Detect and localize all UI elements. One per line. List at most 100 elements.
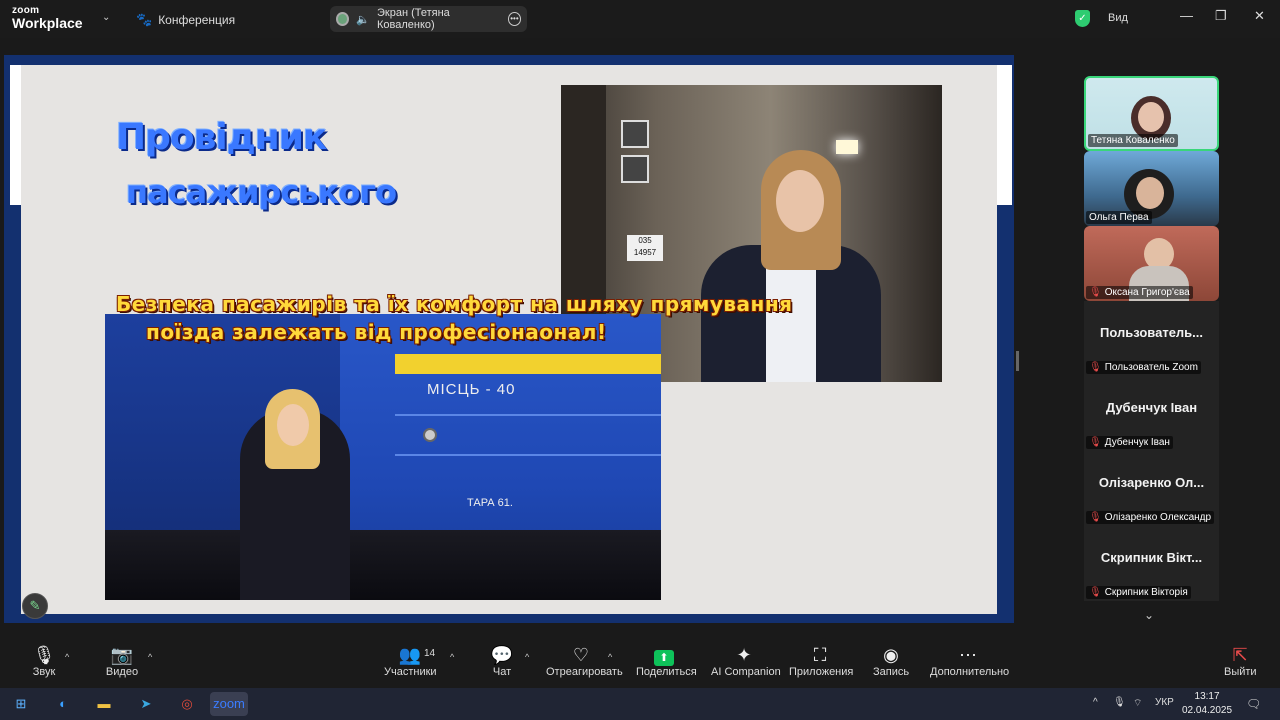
participant-tile[interactable]: Дубенчук Іван 🎙 Дубенчук Іван [1084, 376, 1219, 451]
file-explorer-icon[interactable]: ▬ [91, 692, 117, 716]
shield-icon[interactable]: ✓ [1075, 10, 1090, 27]
mic-icon[interactable]: 🎙 [1113, 697, 1126, 708]
chevron-down-icon[interactable]: ⌄ [1144, 608, 1154, 622]
wifi-icon[interactable]: ⌔ [1133, 697, 1142, 710]
apps-button[interactable]: ⛶ Приложения [789, 638, 853, 688]
participant-name: Ольга Перва [1086, 211, 1152, 224]
chevron-up-icon[interactable]: ^ [450, 652, 454, 662]
mic-muted-icon: 🎙 [1089, 512, 1102, 523]
screen-share-indicator[interactable]: 🔈 Экран (Тетяна Коваленко) ••• [330, 6, 527, 32]
participant-name-text: Пользователь Zoom [1104, 362, 1198, 373]
zoom-app-icon[interactable]: zoom [210, 692, 248, 716]
participant-name: Тетяна Коваленко [1088, 134, 1178, 147]
more-label: Дополнительно [930, 666, 1010, 678]
participants-panel: Тетяна Коваленко Ольга Перва 🎙 Оксана Гри… [1084, 76, 1219, 602]
photo-line [395, 454, 661, 456]
participant-display-name: Дубенчук Іван [1105, 400, 1198, 415]
record-button[interactable]: ◉ Запись [873, 638, 909, 688]
sharer-avatar [336, 12, 350, 26]
participant-name-text: Оксана Григор'єва [1104, 287, 1190, 298]
more-button[interactable]: ⋯ Дополнительно [930, 638, 1010, 688]
photo-yellow-stripe [395, 354, 661, 374]
notification-icon[interactable]: 🗨 [1246, 697, 1261, 711]
chevron-up-icon[interactable]: ^ [608, 652, 612, 662]
camera-icon: 📷 [110, 645, 134, 665]
photo-person-face [277, 404, 309, 446]
chevron-up-icon[interactable]: ^ [148, 652, 152, 662]
slide-title-line2: пасажирського [126, 173, 397, 211]
slide-title: Провідник пасажирського [116, 110, 397, 220]
photo-dial [423, 428, 437, 442]
sparkle-icon: ✦ [736, 645, 752, 665]
chevron-down-icon[interactable]: ⌄ [102, 12, 110, 23]
share-screen-icon: ⬆ [636, 638, 692, 666]
chevron-up-icon[interactable]: ^ [525, 652, 529, 662]
chat-icon: 💬 [490, 645, 514, 665]
participant-display-name: Пользователь... [1099, 325, 1204, 340]
share-button[interactable]: ⬆ Поделиться [636, 638, 697, 688]
record-label: Запись [873, 666, 910, 678]
telegram-icon[interactable]: ➤ [133, 692, 159, 716]
audio-label: Звук [32, 666, 56, 678]
language-indicator[interactable]: УКР [1155, 697, 1174, 708]
pencil-icon[interactable]: ✎ [22, 593, 48, 619]
react-button[interactable]: ♡ Отреагировать [546, 638, 623, 688]
zoom-logo: zoom Workplace [12, 6, 83, 31]
participant-display-name: Олізаренко Ол... [1098, 475, 1205, 490]
participant-face [1138, 102, 1164, 132]
chat-button[interactable]: 💬 Чат [486, 638, 518, 688]
edge-browser-icon[interactable]: ◐ [50, 692, 76, 716]
chevron-up-icon[interactable]: ^ [1093, 697, 1098, 708]
participant-tile[interactable]: Тетяна Коваленко [1084, 76, 1219, 151]
heart-icon: ♡ [572, 645, 590, 665]
meeting-info-button[interactable]: 🐾 Конференция [136, 12, 235, 28]
mic-muted-icon: 🎙 [1089, 587, 1102, 598]
photo-label-tare: ТАРА 61. [467, 497, 513, 509]
participant-name: 🎙 Олізаренко Олександр [1086, 511, 1215, 524]
video-button[interactable]: 📷 Видео [104, 638, 140, 688]
participant-tile[interactable]: Олізаренко Ол... 🎙 Олізаренко Олександр [1084, 451, 1219, 526]
panel-splitter[interactable] [1016, 351, 1019, 371]
ellipsis-icon: ⋯ [959, 645, 977, 665]
minimize-button[interactable]: — [1180, 8, 1193, 23]
chrome-icon[interactable]: ◎ [174, 692, 200, 716]
participant-tile[interactable]: Скрипник Вікт... 🎙 Скрипник Вікторія [1084, 526, 1219, 601]
participant-tile[interactable]: Ольга Перва [1084, 151, 1219, 226]
chevron-up-icon[interactable]: ^ [65, 652, 69, 662]
mic-muted-icon: 🎙 [1089, 287, 1102, 298]
clock[interactable]: 13:17 02.04.2025 [1182, 690, 1232, 718]
participant-face [1136, 177, 1164, 209]
close-button[interactable]: ✕ [1254, 8, 1265, 24]
participant-name: 🎙 Дубенчук Іван [1086, 436, 1173, 449]
windows-start-icon[interactable]: ⊞ [8, 692, 34, 716]
brand-line2: Workplace [12, 15, 83, 31]
participants-count: 14 [424, 648, 436, 659]
participant-tile[interactable]: 🎙 Оксана Григор'єва [1084, 226, 1219, 301]
share-label: Поделиться [636, 666, 697, 678]
participant-name-text: Олізаренко Олександр [1104, 512, 1212, 523]
participant-name-text: Скрипник Вікторія [1104, 587, 1188, 598]
photo-wheels [105, 530, 661, 600]
view-button[interactable]: Вид [1108, 12, 1128, 24]
meeting-label: Конференция [158, 13, 236, 27]
participant-tile[interactable]: Пользователь... 🎙 Пользователь Zoom [1084, 301, 1219, 376]
record-icon: ◉ [883, 645, 899, 665]
more-icon[interactable]: ••• [507, 12, 521, 26]
slide-subtitle-line2: поїзда залежать від професіонаонал! [146, 320, 607, 344]
mic-muted-icon: 🎙 [1089, 362, 1102, 373]
share-label: Экран (Тетяна Коваленко) [376, 7, 450, 31]
audio-button[interactable]: 🎙 Звук [28, 638, 60, 688]
mic-muted-icon: 🎙 [1089, 437, 1102, 448]
participant-name: 🎙 Оксана Григор'єва [1086, 286, 1193, 299]
slide-subtitle-line1: Безпека пасажирів та їх комфорт на шляху… [116, 292, 793, 316]
ai-companion-button[interactable]: ✦ AI Companion [711, 638, 781, 688]
windows-taskbar: ⊞ ◐ ▬ ➤ ◎ zoom ^ 🎙 ⌔ УКР 13:17 02.04.202… [0, 688, 1280, 720]
leave-button[interactable]: ⇱ Выйти [1224, 638, 1257, 688]
maximize-button[interactable]: ❐ [1215, 8, 1227, 24]
participant-name: 🎙 Скрипник Вікторія [1086, 586, 1191, 599]
participants-button[interactable]: 👥 Участники [384, 638, 437, 688]
clock-time: 13:17 [1194, 691, 1220, 702]
mic-icon: 🎙 [32, 645, 56, 665]
presentation-slide: Провідник пасажирського 035 14957 МІСЦЬ … [21, 65, 997, 614]
video-label: Видео [105, 666, 139, 678]
